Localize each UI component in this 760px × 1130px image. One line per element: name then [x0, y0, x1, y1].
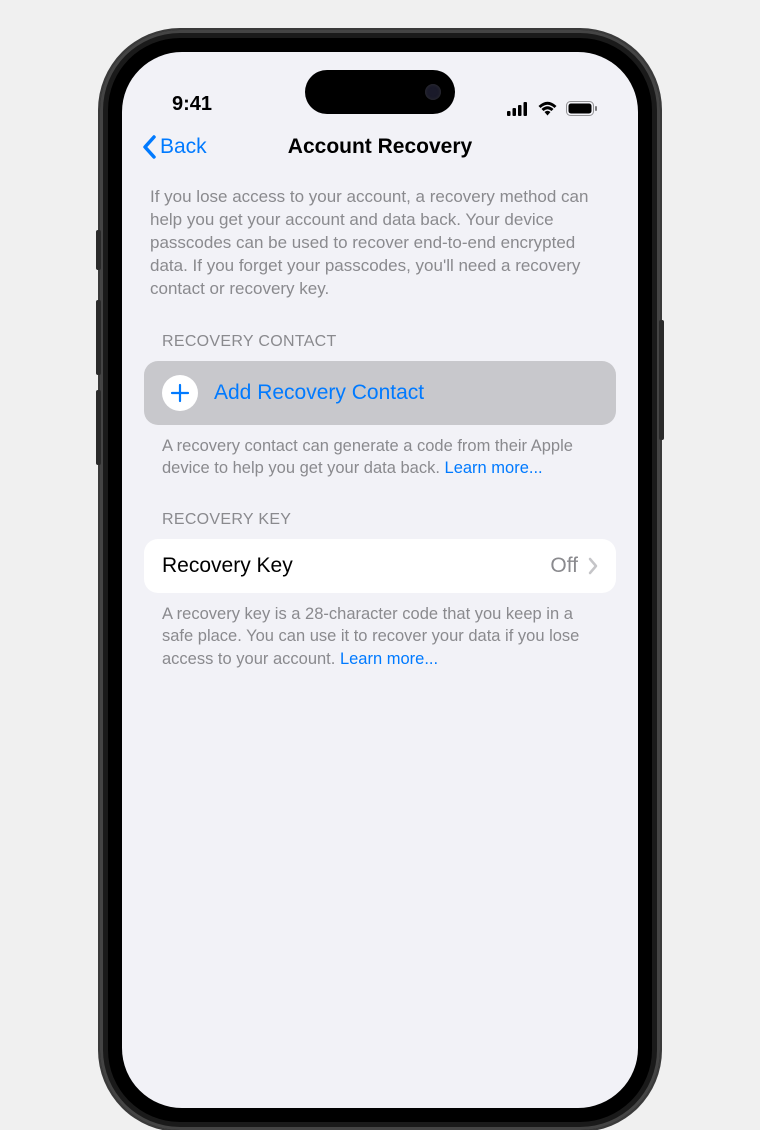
recovery-contact-group: Add Recovery Contact	[144, 361, 616, 425]
dynamic-island	[305, 70, 455, 114]
phone-frame: 9:41	[100, 30, 660, 1130]
plus-circle-icon	[162, 375, 198, 411]
side-button	[659, 320, 664, 440]
chevron-left-icon	[142, 135, 157, 159]
recovery-contact-footer: A recovery contact can generate a code f…	[144, 425, 616, 480]
recovery-contact-learn-more-link[interactable]: Learn more...	[445, 459, 543, 477]
cellular-signal-icon	[507, 102, 529, 116]
battery-icon	[566, 101, 598, 116]
recovery-contact-header: RECOVERY CONTACT	[144, 333, 616, 351]
recovery-key-header: RECOVERY KEY	[144, 511, 616, 529]
volume-down-button	[96, 390, 101, 465]
chevron-right-icon	[588, 557, 598, 575]
recovery-key-value: Off	[550, 554, 578, 578]
content-area: If you lose access to your account, a re…	[122, 172, 638, 670]
status-time: 9:41	[172, 93, 212, 116]
add-recovery-contact-label: Add Recovery Contact	[214, 381, 598, 405]
recovery-key-footer: A recovery key is a 28-character code th…	[144, 593, 616, 670]
recovery-key-label: Recovery Key	[162, 554, 550, 578]
volume-up-button	[96, 300, 101, 375]
back-button[interactable]: Back	[142, 135, 207, 159]
recovery-key-group: Recovery Key Off	[144, 539, 616, 593]
add-recovery-contact-cell[interactable]: Add Recovery Contact	[144, 361, 616, 425]
back-label: Back	[160, 135, 207, 159]
status-icons	[507, 101, 598, 116]
recovery-key-learn-more-link[interactable]: Learn more...	[340, 650, 438, 668]
wifi-icon	[537, 101, 558, 116]
recovery-key-cell[interactable]: Recovery Key Off	[144, 539, 616, 593]
intro-text: If you lose access to your account, a re…	[144, 186, 616, 301]
screen: 9:41	[122, 52, 638, 1108]
silent-switch	[96, 230, 101, 270]
front-camera	[425, 84, 441, 100]
navigation-bar: Back Account Recovery	[122, 122, 638, 172]
phone-bezel: 9:41	[108, 38, 652, 1122]
page-title: Account Recovery	[288, 135, 472, 159]
